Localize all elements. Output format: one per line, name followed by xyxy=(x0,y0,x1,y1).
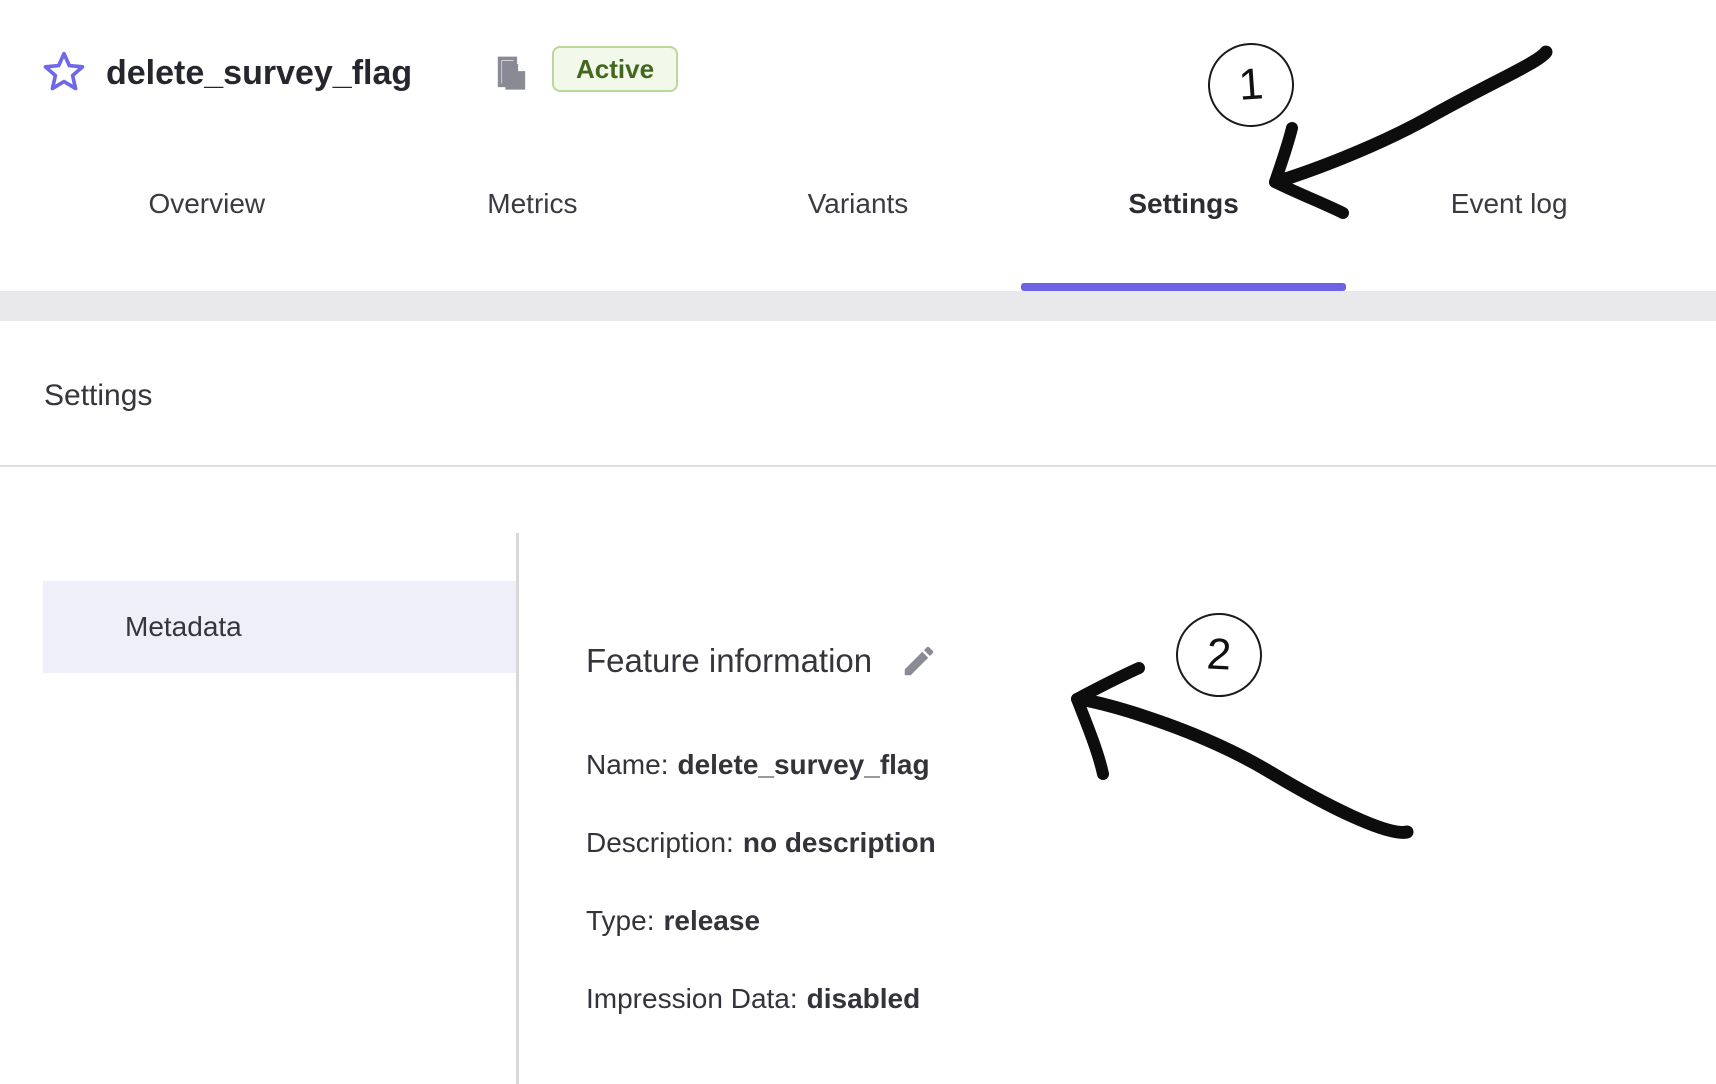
header: delete_survey_flag Active xyxy=(0,0,1716,148)
sidebar-item-metadata[interactable]: Metadata xyxy=(43,581,516,673)
page-title: delete_survey_flag xyxy=(106,0,412,146)
settings-content: Metadata Feature information Name: delete… xyxy=(0,467,1716,1084)
status-badge: Active xyxy=(552,46,678,92)
tab-overview[interactable]: Overview xyxy=(44,146,370,291)
edit-pencil-icon[interactable] xyxy=(900,642,938,680)
description-value: no description xyxy=(743,827,936,858)
tab-settings[interactable]: Settings xyxy=(1021,146,1347,291)
info-row-description: Description: no description xyxy=(586,823,1486,863)
section-divider-band xyxy=(0,291,1716,321)
tab-bar: Overview Metrics Variants Settings Event… xyxy=(0,146,1716,291)
metadata-panel: Feature information Name: delete_survey_f… xyxy=(586,467,1586,1084)
info-row-type: Type: release xyxy=(586,901,1486,941)
impression-data-value: disabled xyxy=(807,983,921,1014)
feature-flag-settings-page: delete_survey_flag Active Overview Metri… xyxy=(0,0,1716,1084)
description-label: Description: xyxy=(586,827,734,858)
page-heading: Settings xyxy=(44,375,152,417)
settings-header-section: Settings xyxy=(0,321,1716,467)
copy-icon[interactable] xyxy=(494,52,528,96)
annotation-step-2-number: 2 xyxy=(1205,629,1232,680)
active-tab-indicator xyxy=(1021,283,1347,291)
name-value: delete_survey_flag xyxy=(677,749,929,780)
annotation-step-1-number: 1 xyxy=(1237,59,1265,111)
type-value: release xyxy=(663,905,760,936)
section-heading: Feature information xyxy=(586,640,872,682)
type-label: Type: xyxy=(586,905,654,936)
feature-info-rows: Name: delete_survey_flag Description: no d… xyxy=(586,745,1486,1057)
feature-information-header: Feature information xyxy=(586,640,938,682)
tab-settings-label: Settings xyxy=(1128,188,1238,220)
info-row-name: Name: delete_survey_flag xyxy=(586,745,1486,785)
sidebar-divider xyxy=(516,533,519,1084)
info-row-impression-data: Impression Data: disabled xyxy=(586,979,1486,1019)
tab-metrics[interactable]: Metrics xyxy=(370,146,696,291)
impression-data-label: Impression Data: xyxy=(586,983,798,1014)
favorite-star-icon[interactable] xyxy=(42,50,86,94)
tab-variants[interactable]: Variants xyxy=(695,146,1021,291)
name-label: Name: xyxy=(586,749,668,780)
tab-event-log[interactable]: Event log xyxy=(1346,146,1672,291)
